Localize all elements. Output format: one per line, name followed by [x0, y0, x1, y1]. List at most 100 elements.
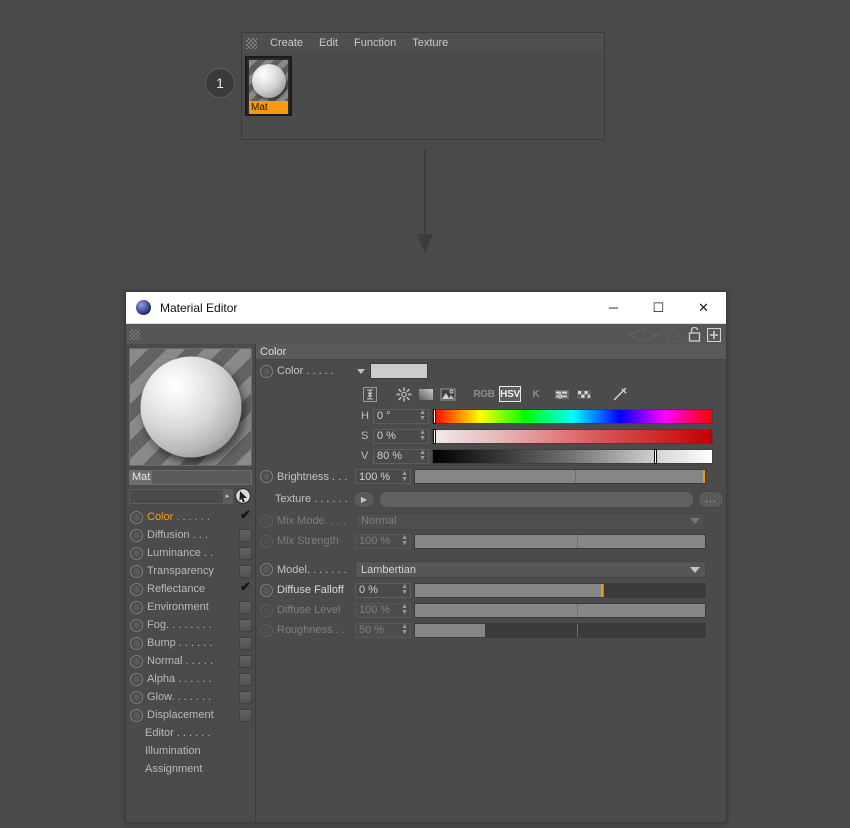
- material-preview[interactable]: [129, 348, 252, 466]
- brightness-radio[interactable]: [260, 470, 273, 483]
- close-button[interactable]: ✕: [681, 292, 726, 323]
- channel-row-bump[interactable]: Bump . . . . . .: [129, 634, 252, 652]
- model-select[interactable]: Lambertian: [355, 561, 706, 578]
- color-wheel-icon[interactable]: [395, 386, 413, 403]
- channel-radio[interactable]: [130, 582, 143, 596]
- chevron-down-icon[interactable]: [357, 368, 365, 374]
- material-thumbnail-mat[interactable]: Mat: [245, 56, 292, 116]
- channel-checkbox[interactable]: [239, 708, 252, 722]
- nav-back-forward-icon[interactable]: [626, 327, 660, 342]
- swatches-icon[interactable]: [575, 386, 593, 403]
- channel-radio[interactable]: [130, 528, 143, 542]
- channel-row-reflectance[interactable]: Reflectance: [129, 579, 252, 598]
- channel-radio[interactable]: [130, 618, 143, 632]
- color-mode-hsv[interactable]: HSV: [499, 386, 521, 402]
- channel-row-displacement[interactable]: Displacement: [129, 706, 252, 724]
- mix-strength-slider[interactable]: [414, 533, 706, 549]
- channel-checkbox[interactable]: [239, 528, 252, 542]
- slider-handle[interactable]: [654, 448, 658, 464]
- texture-browse-button[interactable]: ...: [698, 490, 724, 508]
- channel-checkbox[interactable]: [239, 546, 252, 560]
- stepper-icon[interactable]: ▲ ▼: [419, 449, 426, 462]
- cursor-pointer-icon[interactable]: [234, 488, 252, 504]
- channel-row-luminance[interactable]: Luminance . .: [129, 544, 252, 562]
- diffuse-level-radio[interactable]: [260, 603, 273, 617]
- chevron-right-icon[interactable]: ▸: [223, 489, 232, 503]
- channel-row-alpha[interactable]: Alpha . . . . . .: [129, 670, 252, 688]
- stepper-icon[interactable]: ▲ ▼: [419, 429, 426, 442]
- channel-checkbox[interactable]: [239, 672, 252, 686]
- mix-strength-radio[interactable]: [260, 534, 273, 548]
- window-titlebar[interactable]: Material Editor ─ ☐ ✕: [126, 292, 726, 324]
- gradient-icon[interactable]: [417, 386, 435, 403]
- diffuse-falloff-input[interactable]: 0 % ▲ ▼: [355, 582, 411, 598]
- channel-row-normal[interactable]: Normal . . . . .: [129, 652, 252, 670]
- channel-checkbox[interactable]: [239, 618, 252, 632]
- channel-row-assignment[interactable]: Assignment: [129, 760, 252, 778]
- mix-strength-input[interactable]: 100 % ▲ ▼: [355, 533, 411, 549]
- channel-radio[interactable]: [130, 654, 143, 668]
- color-channel-radio[interactable]: [260, 364, 273, 378]
- material-name-input[interactable]: Mat: [129, 470, 252, 485]
- channel-radio[interactable]: [130, 546, 143, 560]
- roughness-input[interactable]: 50 % ▲ ▼: [355, 622, 411, 638]
- menu-edit[interactable]: Edit: [311, 35, 346, 51]
- mix-mode-select[interactable]: Normal: [355, 512, 706, 530]
- hsv-v-input[interactable]: 80 % ▲ ▼: [373, 448, 429, 464]
- channel-row-editor[interactable]: Editor . . . . . .: [129, 724, 252, 742]
- diffuse-level-input[interactable]: 100 % ▲ ▼: [355, 602, 411, 618]
- channel-radio[interactable]: [130, 510, 143, 524]
- brightness-slider[interactable]: [414, 469, 706, 484]
- channel-radio[interactable]: [130, 690, 143, 704]
- hsv-s-input[interactable]: 0 % ▲ ▼: [373, 428, 429, 444]
- roughness-radio[interactable]: [260, 623, 273, 637]
- diffuse-level-slider[interactable]: [414, 602, 706, 618]
- channel-checkbox[interactable]: [239, 600, 252, 614]
- diffuse-falloff-slider[interactable]: [414, 582, 706, 598]
- image-picker-icon[interactable]: [439, 386, 457, 403]
- channel-checkbox[interactable]: [239, 654, 252, 668]
- brightness-input[interactable]: 100 % ▲ ▼: [355, 469, 411, 484]
- slider-handle[interactable]: [433, 408, 436, 424]
- mix-mode-radio[interactable]: [260, 514, 273, 528]
- hsv-s-slider[interactable]: [432, 428, 713, 444]
- maximize-button[interactable]: ☐: [636, 292, 681, 323]
- search-input[interactable]: ▸: [129, 488, 233, 504]
- slider-handle[interactable]: [433, 428, 436, 444]
- texture-menu-button[interactable]: ▶: [353, 490, 375, 508]
- color-mode-rgb[interactable]: RGB: [473, 386, 495, 402]
- material-name-tag[interactable]: Mat: [249, 101, 288, 114]
- eyedropper-icon[interactable]: [611, 386, 629, 403]
- menu-texture[interactable]: Texture: [404, 35, 456, 51]
- channel-checkbox[interactable]: [240, 579, 252, 595]
- stepper-icon[interactable]: ▲ ▼: [401, 470, 408, 483]
- add-icon[interactable]: [707, 327, 721, 342]
- drag-grip-icon[interactable]: [129, 329, 140, 340]
- color-swatch[interactable]: [370, 363, 428, 379]
- hsv-v-slider[interactable]: [432, 448, 713, 464]
- diffuse-falloff-radio[interactable]: [260, 583, 273, 597]
- channel-row-color[interactable]: Color . . . . . .: [129, 507, 252, 526]
- menu-function[interactable]: Function: [346, 35, 404, 51]
- channel-row-environment[interactable]: Environment: [129, 598, 252, 616]
- texture-input[interactable]: [379, 490, 694, 508]
- nav-up-icon[interactable]: [666, 327, 682, 342]
- channel-checkbox[interactable]: [239, 564, 252, 578]
- model-radio[interactable]: [260, 563, 273, 576]
- stepper-icon[interactable]: ▲ ▼: [401, 583, 408, 596]
- channel-radio[interactable]: [130, 600, 143, 614]
- channel-row-transparency[interactable]: Transparency: [129, 562, 252, 580]
- channel-checkbox[interactable]: [239, 690, 252, 704]
- minimize-button[interactable]: ─: [591, 292, 636, 323]
- stepper-icon[interactable]: ▲ ▼: [401, 603, 408, 616]
- roughness-slider[interactable]: [414, 622, 706, 638]
- channel-row-diffusion[interactable]: Diffusion . . .: [129, 526, 252, 544]
- channel-checkbox[interactable]: [240, 507, 252, 523]
- stepper-icon[interactable]: ▲ ▼: [419, 409, 426, 422]
- stepper-icon[interactable]: ▲ ▼: [401, 534, 408, 547]
- color-range-icon[interactable]: [361, 386, 379, 403]
- channel-row-glow[interactable]: Glow. . . . . . .: [129, 688, 252, 706]
- channel-radio[interactable]: [130, 708, 143, 722]
- sliders-icon[interactable]: [553, 386, 571, 403]
- hsv-h-slider[interactable]: [432, 408, 713, 424]
